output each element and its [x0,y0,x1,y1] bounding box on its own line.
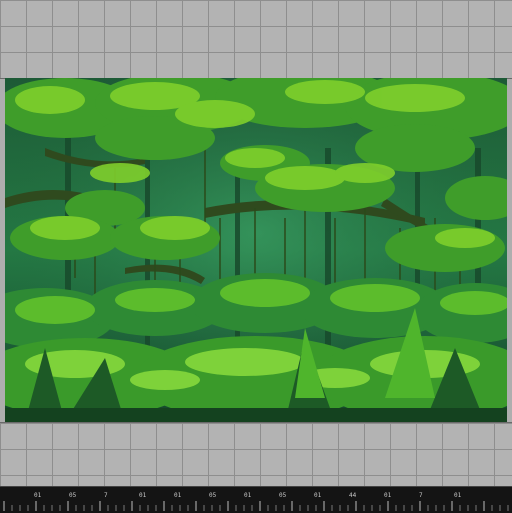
jungle-scene-canvas[interactable] [5,78,507,422]
editor-grid-top [0,0,512,79]
editor-grid-bottom [0,422,512,487]
ruler-label: 01 [384,492,392,499]
ruler-label: 05 [209,492,217,499]
ruler-label: 01 [244,492,252,499]
ruler-label: 7 [419,492,423,499]
ruler-label: 7 [104,492,108,499]
ruler-ticks: 01 05 7 01 01 05 01 05 01 44 01 7 01 [3,492,509,511]
ruler-label: 01 [314,492,322,499]
ruler-label: 01 [139,492,147,499]
ruler-label: 01 [174,492,182,499]
ruler-label: 01 [34,492,42,499]
timeline-ruler[interactable]: 01 05 7 01 01 05 01 05 01 44 01 7 01 [0,486,512,513]
ruler-label: 44 [349,492,357,499]
ruler-label: 05 [279,492,287,499]
ruler-label: 01 [454,492,462,499]
jungle-scene-art [5,78,507,422]
ruler-label: 05 [69,492,77,499]
